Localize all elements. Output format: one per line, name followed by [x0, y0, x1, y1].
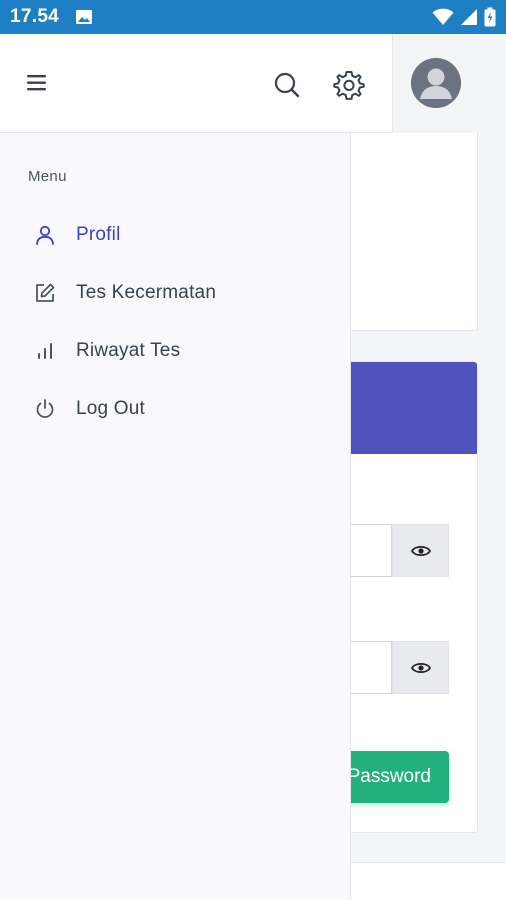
- menu-section-title: Menu: [28, 168, 67, 185]
- nav-item-label: Riwayat Tes: [76, 340, 181, 361]
- nav-item-label: Tes Kecermatan: [76, 282, 217, 303]
- avatar-icon: [411, 58, 461, 108]
- status-bar: 17.54: [0, 0, 506, 34]
- eye-icon: [410, 662, 431, 673]
- app-screen: 17.54 Password Menu Profil Tes Kecermata…: [0, 0, 506, 900]
- nav-item-label: Profil: [76, 224, 121, 245]
- power-icon: [33, 397, 57, 421]
- nav-item-riwayat-tes[interactable]: Riwayat Tes: [0, 327, 351, 375]
- eye-icon: [410, 545, 431, 556]
- search-icon[interactable]: [272, 70, 302, 100]
- image-icon: [76, 10, 93, 24]
- avatar[interactable]: [411, 58, 461, 108]
- show-confirm-password-button[interactable]: [392, 641, 449, 694]
- top-app-bar: [0, 34, 478, 133]
- edit-icon: [33, 281, 57, 305]
- signal-icon: [461, 9, 477, 25]
- bar-chart-icon: [33, 339, 57, 363]
- gear-icon[interactable]: [333, 69, 365, 101]
- user-icon: [33, 223, 57, 247]
- avatar-container: [392, 34, 478, 133]
- nav-item-tes-kecermatan[interactable]: Tes Kecermatan: [0, 269, 351, 317]
- wifi-icon: [432, 8, 454, 25]
- status-time: 17.54: [10, 6, 60, 27]
- show-password-button[interactable]: [392, 524, 449, 577]
- nav-item-log-out[interactable]: Log Out: [0, 385, 351, 433]
- menu-icon[interactable]: [24, 70, 50, 96]
- nav-item-label: Log Out: [76, 398, 146, 419]
- nav-item-profil[interactable]: Profil: [0, 211, 351, 259]
- battery-icon: [484, 7, 496, 27]
- navigation-drawer: Menu Profil Tes Kecermatan Riwayat Tes L…: [0, 133, 351, 900]
- status-icons: [432, 7, 496, 27]
- change-password-label: Password: [347, 766, 431, 787]
